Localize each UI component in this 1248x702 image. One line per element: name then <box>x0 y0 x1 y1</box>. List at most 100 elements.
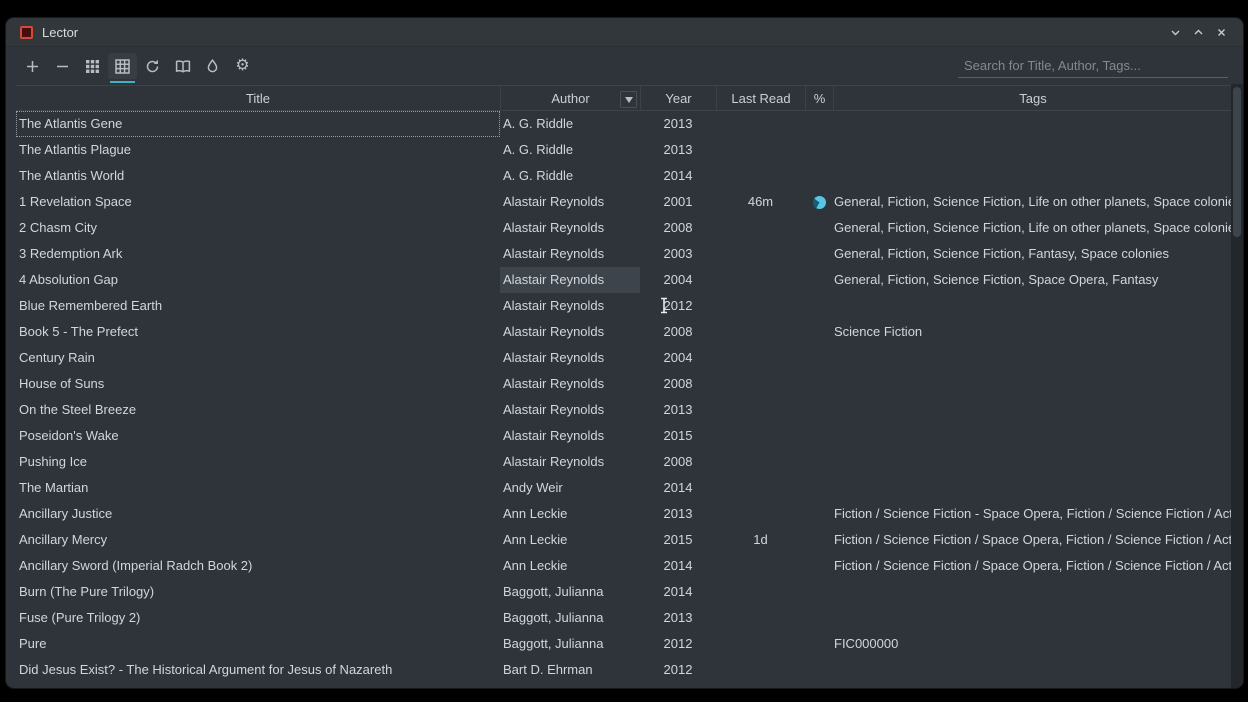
cell-title[interactable]: Century Rain <box>16 345 500 371</box>
cell-tags[interactable]: Science Fiction <box>833 319 1232 345</box>
cell-title[interactable]: 2 Chasm City <box>16 215 500 241</box>
cell-tags[interactable] <box>833 475 1232 501</box>
search-input[interactable] <box>958 54 1228 78</box>
cell-tags[interactable] <box>833 579 1232 605</box>
cell-last-read[interactable] <box>716 501 805 527</box>
column-header-year[interactable]: Year <box>640 86 716 110</box>
table-row[interactable]: The Atlantis Gene A. G. Riddle 2013 <box>16 111 1232 137</box>
cell-year[interactable]: 2015 <box>640 527 716 553</box>
cell-author[interactable]: Baggott, Julianna <box>500 631 640 657</box>
table-row[interactable]: 2 Chasm City Alastair Reynolds 2008 Gene… <box>16 215 1232 241</box>
cell-title[interactable]: Book 5 - The Prefect <box>16 319 500 345</box>
cell-tags[interactable]: Fiction / Science Fiction - Space Opera,… <box>833 501 1232 527</box>
vertical-scrollbar[interactable] <box>1231 84 1243 688</box>
cell-title[interactable]: Pushing Ice <box>16 449 500 475</box>
cell-last-read[interactable] <box>716 163 805 189</box>
cell-tags[interactable]: General, Fiction, Science Fiction, Space… <box>833 267 1232 293</box>
cell-author[interactable]: A. G. Riddle <box>500 137 640 163</box>
cell-progress[interactable] <box>805 605 833 631</box>
theme-button[interactable] <box>198 53 227 79</box>
maximize-button[interactable] <box>1190 24 1206 40</box>
table-row[interactable]: The Atlantis World A. G. Riddle 2014 <box>16 163 1232 189</box>
open-book-button[interactable] <box>168 53 197 79</box>
table-row[interactable]: Book 5 - The Prefect Alastair Reynolds 2… <box>16 319 1232 345</box>
cell-progress[interactable] <box>805 241 833 267</box>
cell-year[interactable]: 2001 <box>640 189 716 215</box>
cell-last-read[interactable] <box>716 345 805 371</box>
cell-last-read[interactable] <box>716 605 805 631</box>
cell-progress[interactable] <box>805 501 833 527</box>
cell-tags[interactable] <box>833 371 1232 397</box>
cell-author[interactable]: Alastair Reynolds <box>500 267 640 293</box>
cell-last-read[interactable] <box>716 449 805 475</box>
cell-author[interactable]: Ann Leckie <box>500 501 640 527</box>
cell-author[interactable]: Alastair Reynolds <box>500 397 640 423</box>
cell-last-read[interactable] <box>716 475 805 501</box>
titlebar[interactable]: Lector <box>6 18 1243 47</box>
cell-title[interactable]: 1 Revelation Space <box>16 189 500 215</box>
cell-author[interactable]: Alastair Reynolds <box>500 319 640 345</box>
cell-progress[interactable] <box>805 475 833 501</box>
cell-progress[interactable] <box>805 371 833 397</box>
cell-author[interactable]: Baggott, Julianna <box>500 605 640 631</box>
cell-tags[interactable]: Fiction / Science Fiction / Space Opera,… <box>833 553 1232 579</box>
cell-title[interactable]: The Atlantis Plague <box>16 137 500 163</box>
cell-title[interactable]: 3 Redemption Ark <box>16 241 500 267</box>
cell-author[interactable]: Bart D. Ehrman <box>500 657 640 683</box>
table-row[interactable]: Did Jesus Exist? - The Historical Argume… <box>16 657 1232 683</box>
table-row[interactable]: Ancillary Sword (Imperial Radch Book 2) … <box>16 553 1232 579</box>
cell-year[interactable]: 2013 <box>640 137 716 163</box>
cell-author[interactable]: Alastair Reynolds <box>500 423 640 449</box>
table-row[interactable]: On the Steel Breeze Alastair Reynolds 20… <box>16 397 1232 423</box>
author-sort-dropdown[interactable] <box>620 91 637 108</box>
cell-progress[interactable] <box>805 345 833 371</box>
cell-tags[interactable] <box>833 423 1232 449</box>
cell-progress[interactable] <box>805 293 833 319</box>
cell-author[interactable]: Alastair Reynolds <box>500 371 640 397</box>
minimize-button[interactable] <box>1167 24 1183 40</box>
cell-title[interactable]: Ancillary Sword (Imperial Radch Book 2) <box>16 553 500 579</box>
scrollbar-handle[interactable] <box>1233 87 1241 237</box>
cell-author[interactable]: Ann Leckie <box>500 553 640 579</box>
cell-year[interactable]: 2014 <box>640 475 716 501</box>
cell-title[interactable]: The Atlantis Gene <box>16 111 500 137</box>
cell-title[interactable]: 4 Absolution Gap <box>16 267 500 293</box>
cell-year[interactable]: 2008 <box>640 215 716 241</box>
table-row[interactable]: Blue Remembered Earth Alastair Reynolds … <box>16 293 1232 319</box>
cell-tags[interactable]: FIC000000 <box>833 631 1232 657</box>
cell-tags[interactable] <box>833 605 1232 631</box>
cell-author[interactable]: Alastair Reynolds <box>500 293 640 319</box>
cell-title[interactable]: House of Suns <box>16 371 500 397</box>
reload-library-button[interactable] <box>138 53 167 79</box>
close-button[interactable] <box>1213 24 1229 40</box>
table-row[interactable]: Pushing Ice Alastair Reynolds 2008 <box>16 449 1232 475</box>
cell-title[interactable]: The Atlantis World <box>16 163 500 189</box>
cell-year[interactable]: 2012 <box>640 631 716 657</box>
cell-year[interactable]: 2014 <box>640 579 716 605</box>
table-row[interactable]: Ancillary Justice Ann Leckie 2013 Fictio… <box>16 501 1232 527</box>
cell-title[interactable]: The Martian <box>16 475 500 501</box>
cell-author[interactable]: Baggott, Julianna <box>500 579 640 605</box>
cell-last-read[interactable] <box>716 215 805 241</box>
cell-tags[interactable] <box>833 163 1232 189</box>
cell-author[interactable]: Alastair Reynolds <box>500 449 640 475</box>
cell-last-read[interactable] <box>716 137 805 163</box>
cell-author[interactable]: Alastair Reynolds <box>500 241 640 267</box>
add-book-button[interactable] <box>18 53 47 79</box>
cell-tags[interactable]: General, Fiction, Science Fiction, Life … <box>833 189 1232 215</box>
cell-progress[interactable] <box>805 631 833 657</box>
cell-year[interactable]: 2013 <box>640 397 716 423</box>
cell-title[interactable]: Blue Remembered Earth <box>16 293 500 319</box>
cell-last-read[interactable]: 46m <box>716 189 805 215</box>
cell-author[interactable]: Alastair Reynolds <box>500 215 640 241</box>
cell-progress[interactable] <box>805 397 833 423</box>
cell-progress[interactable] <box>805 527 833 553</box>
cell-last-read[interactable] <box>716 319 805 345</box>
table-row[interactable]: Fuse (Pure Trilogy 2) Baggott, Julianna … <box>16 605 1232 631</box>
cell-last-read[interactable] <box>716 241 805 267</box>
cell-author[interactable]: Alastair Reynolds <box>500 345 640 371</box>
cell-last-read[interactable] <box>716 293 805 319</box>
cell-author[interactable]: Andy Weir <box>500 475 640 501</box>
cell-progress[interactable] <box>805 319 833 345</box>
table-row[interactable]: Ancillary Mercy Ann Leckie 2015 1d Ficti… <box>16 527 1232 553</box>
